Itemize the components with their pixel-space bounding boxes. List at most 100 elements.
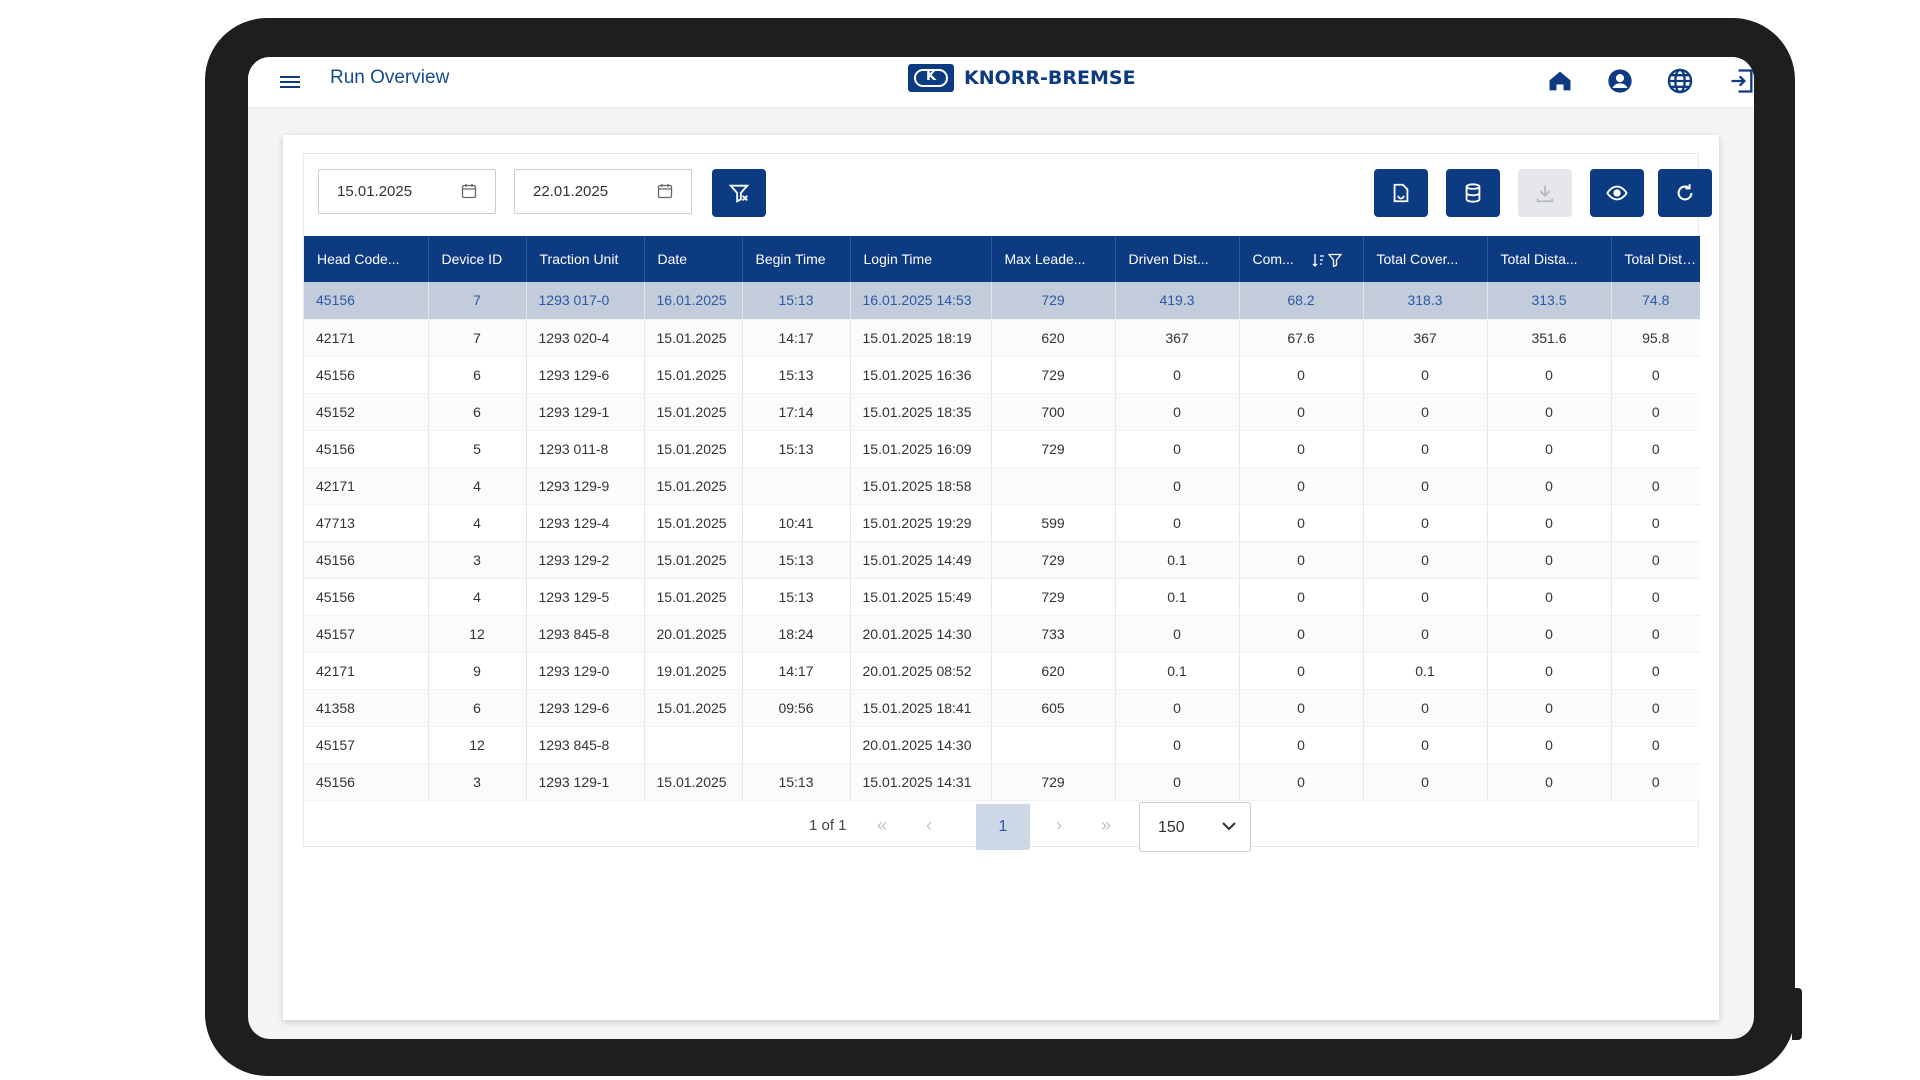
column-header[interactable]: Driven Dist... — [1115, 236, 1240, 282]
table-cell: 0 — [1239, 726, 1364, 764]
column-header[interactable]: Total Dista... — [1611, 236, 1700, 282]
table-cell: 45156 — [304, 282, 429, 320]
logout-icon[interactable] — [1728, 67, 1754, 95]
table-cell: 15.01.2025 — [644, 356, 743, 394]
table-cell: 1293 129-1 — [526, 393, 645, 431]
column-header[interactable]: Max Leade... — [991, 236, 1116, 282]
table-cell: 45156 — [304, 763, 429, 801]
download-button[interactable] — [1518, 169, 1572, 217]
table-row[interactable]: 45157 12 1293 845-8 20.01.2025 14:30 0 0 0 0 0 — [304, 726, 1700, 764]
table-cell: 729 — [991, 578, 1116, 616]
page-size-select[interactable]: 150 — [1139, 802, 1251, 852]
column-header-com[interactable]: Com... — [1239, 236, 1364, 282]
column-header[interactable]: Begin Time — [742, 236, 851, 282]
table-cell: 15.01.2025 18:58 — [850, 467, 992, 505]
column-filter-icon[interactable] — [1327, 253, 1342, 268]
table-cell: 0 — [1239, 356, 1364, 394]
table-cell: 15.01.2025 14:31 — [850, 763, 992, 801]
table-row[interactable]: 41358 6 1293 129-6 15.01.2025 09:56 15.01.202… — [304, 689, 1700, 727]
table-cell: 15.01.2025 — [644, 763, 743, 801]
column-header[interactable]: Device ID — [428, 236, 527, 282]
table-cell: 0 — [1363, 689, 1488, 727]
table-row[interactable]: 45156 7 1293 017-0 16.01.2025 15:13 16.01.202… — [304, 282, 1700, 320]
table-cell: 1293 020-4 — [526, 319, 645, 357]
table-cell: 0 — [1611, 356, 1700, 394]
table-cell: 14:17 — [742, 319, 851, 357]
clear-filter-button[interactable] — [712, 169, 766, 217]
table-row[interactable]: 42171 4 1293 129-9 15.01.2025 15.01.2025 18:… — [304, 467, 1700, 505]
last-page-button[interactable]: » — [1101, 815, 1111, 836]
table-cell — [991, 467, 1116, 505]
home-icon[interactable] — [1546, 67, 1574, 95]
table-cell: 729 — [991, 356, 1116, 394]
account-icon[interactable] — [1606, 67, 1634, 95]
prev-page-button[interactable]: ‹ — [926, 815, 932, 836]
next-page-button[interactable]: › — [1056, 815, 1062, 836]
table-cell: 729 — [991, 763, 1116, 801]
column-header[interactable]: Date — [644, 236, 743, 282]
calendar-icon[interactable] — [461, 183, 477, 199]
column-header[interactable]: Total Dista... — [1487, 236, 1612, 282]
table-cell: 0 — [1611, 652, 1700, 690]
database-button[interactable] — [1446, 169, 1500, 217]
table-cell: 318.3 — [1363, 282, 1488, 320]
table-cell: 0 — [1611, 504, 1700, 542]
globe-icon[interactable] — [1666, 67, 1694, 95]
column-header[interactable]: Head Code... — [304, 236, 429, 282]
sort-icon[interactable] — [1312, 253, 1326, 268]
table-cell: 15:13 — [742, 541, 851, 579]
report-button[interactable] — [1374, 169, 1428, 217]
table-cell: 0 — [1239, 578, 1364, 616]
column-header[interactable]: Total Cover... — [1363, 236, 1488, 282]
date-from-input[interactable]: 15.01.2025 — [318, 169, 496, 214]
table-row[interactable]: 47713 4 1293 129-4 15.01.2025 10:41 15.01.202… — [304, 504, 1700, 542]
first-page-button[interactable]: « — [877, 815, 887, 836]
table-row[interactable]: 45152 6 1293 129-1 15.01.2025 17:14 15.01.202… — [304, 393, 1700, 431]
table-cell: 42171 — [304, 467, 429, 505]
pagination: 1 of 1 « ‹ 1 › » 150 — [304, 802, 1700, 852]
column-header[interactable]: Login Time — [850, 236, 992, 282]
view-button[interactable] — [1590, 169, 1644, 217]
table-cell: 0 — [1115, 430, 1240, 468]
table-cell: 15.01.2025 18:35 — [850, 393, 992, 431]
table-cell: 0 — [1239, 763, 1364, 801]
table-cell: 9 — [428, 652, 527, 690]
refresh-button[interactable] — [1658, 169, 1712, 217]
table-cell: 15.01.2025 18:41 — [850, 689, 992, 727]
table-cell: 45157 — [304, 726, 429, 764]
table-cell: 0 — [1363, 504, 1488, 542]
table-cell: 729 — [991, 282, 1116, 320]
table-cell: 0 — [1611, 763, 1700, 801]
table-row[interactable]: 45156 3 1293 129-1 15.01.2025 15:13 15.01.202… — [304, 763, 1700, 801]
table-cell: 0 — [1115, 615, 1240, 653]
table-cell — [742, 726, 851, 764]
table-cell: 10:41 — [742, 504, 851, 542]
brand-name: KNORR-BREMSE — [964, 67, 1136, 89]
table-cell: 09:56 — [742, 689, 851, 727]
table-row[interactable]: 42171 7 1293 020-4 15.01.2025 14:17 15.01.202… — [304, 319, 1700, 357]
date-to-input[interactable]: 22.01.2025 — [514, 169, 692, 214]
table-cell: 12 — [428, 726, 527, 764]
table-cell: 45156 — [304, 541, 429, 579]
table-cell — [991, 726, 1116, 764]
table-row[interactable]: 42171 9 1293 129-0 19.01.2025 14:17 20.01.202… — [304, 652, 1700, 690]
table-row[interactable]: 45156 3 1293 129-2 15.01.2025 15:13 15.01.202… — [304, 541, 1700, 579]
table-cell: 15.01.2025 — [644, 541, 743, 579]
calendar-icon[interactable] — [657, 183, 673, 199]
table-cell: 0 — [1487, 541, 1612, 579]
table-row[interactable]: 45157 12 1293 845-8 20.01.2025 18:24 20.01.20… — [304, 615, 1700, 653]
table-row[interactable]: 45156 6 1293 129-6 15.01.2025 15:13 15.01.202… — [304, 356, 1700, 394]
column-header[interactable]: Traction Unit — [526, 236, 645, 282]
table-cell: 0 — [1239, 467, 1364, 505]
table-cell: 1293 129-6 — [526, 356, 645, 394]
hamburger-menu-icon[interactable] — [280, 73, 302, 91]
table-cell: 0 — [1487, 504, 1612, 542]
table-cell: 15.01.2025 18:19 — [850, 319, 992, 357]
eye-icon — [1606, 185, 1628, 201]
table-cell: 74.8 — [1611, 282, 1700, 320]
page-number-button[interactable]: 1 — [976, 804, 1030, 850]
table-row[interactable]: 45156 4 1293 129-5 15.01.2025 15:13 15.01.202… — [304, 578, 1700, 616]
table-cell: 0.1 — [1115, 541, 1240, 579]
table-row[interactable]: 45156 5 1293 011-8 15.01.2025 15:13 15.01.202… — [304, 430, 1700, 468]
table-cell: 0.1 — [1363, 652, 1488, 690]
